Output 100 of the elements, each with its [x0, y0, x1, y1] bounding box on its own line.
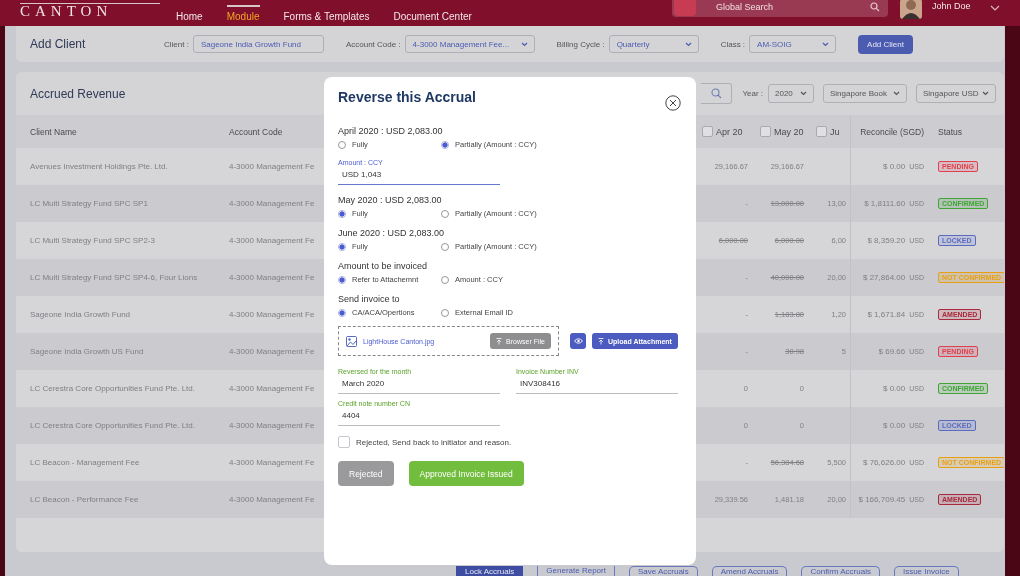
- dropdown[interactable]: Singapore Book: [823, 84, 907, 103]
- table-cell-text: LC Multi Strategy Fund SPC SP2-3: [30, 236, 156, 245]
- checkbox-label: Rejected, Send back to initiator and reason.: [356, 437, 512, 447]
- table-cell-text: Avenues Investment Holdings Pte. Ltd.: [30, 162, 169, 171]
- card-title: Accrued Revenue: [30, 86, 126, 101]
- image-icon: [346, 335, 357, 347]
- nav-link[interactable]: Home: [176, 4, 203, 22]
- input-field[interactable]: 4404: [338, 407, 500, 426]
- action-button[interactable]: Generate Report: [537, 566, 615, 576]
- section-heading: May 2020 : USD 2,083.00: [338, 194, 443, 206]
- table-cell-text: 4-3000 Management Fe: [229, 199, 316, 208]
- close-icon[interactable]: [665, 95, 681, 111]
- table-cell: $ 69.66: [878, 347, 906, 356]
- table-cell-text: 4-3000 Management Fe: [229, 495, 316, 504]
- column-header: May 20: [774, 126, 804, 137]
- section-heading: Send invoice to: [338, 293, 401, 305]
- table-cell: $ 0.00: [882, 384, 906, 393]
- table-cell-text: 4-3000 Management Fe: [229, 458, 316, 467]
- dialog-title: Reverse this Accrual: [338, 89, 476, 105]
- add-client-button[interactable]: Add Client: [858, 34, 913, 54]
- input-field[interactable]: USD 1,043: [338, 166, 500, 185]
- table-cell-text: 4-3000 Management Fe: [229, 421, 316, 430]
- chevron-icon: [520, 41, 528, 47]
- upload-icon: [598, 337, 604, 345]
- table-cell-text: Sageone India Growth US Fund: [30, 347, 145, 356]
- dropdown[interactable]: Singapore USD: [916, 84, 996, 103]
- action-button[interactable]: Issue Invoice: [893, 566, 959, 576]
- action-button[interactable]: Amend Accruals: [711, 566, 788, 576]
- checkbox[interactable]: [816, 126, 827, 137]
- radio-button[interactable]: [338, 275, 346, 284]
- search-field[interactable]: [701, 83, 733, 104]
- column-header: Apr 20: [716, 126, 743, 137]
- table-cell: $ 76,626.00: [862, 458, 906, 467]
- table-cell-text: LC Cerestra Core Opportunities Fund Pte. Ltd.: [30, 384, 196, 393]
- table-cell-text: 4-3000 Management Fe: [229, 273, 316, 282]
- dialog-button[interactable]: Rejected: [338, 461, 394, 486]
- table-cell-text: 4-3000 Management Fe: [229, 236, 316, 245]
- section-heading: April 2020 : USD 2,083.00: [338, 125, 444, 137]
- eye-icon: [573, 338, 583, 344]
- table-cell: $ 1,671.84: [867, 310, 906, 319]
- column-header: Status: [937, 126, 964, 137]
- action-button[interactable]: Lock Accruals: [456, 566, 524, 576]
- input-field[interactable]: Sageone India Growth Fund: [192, 35, 324, 53]
- search-icon[interactable]: [870, 2, 880, 12]
- table-cell-text: LC Beacon - Performance Fee: [30, 495, 140, 504]
- table-cell-text: 4-3000 Management Fe: [229, 384, 316, 393]
- field-label: Account Code :: [345, 39, 401, 49]
- table-cell-text: LC Cerestra Core Opportunities Fund Pte. Ltd.: [30, 421, 196, 430]
- table-cell-text: 4-3000 Management Fe: [229, 162, 316, 171]
- radio-button[interactable]: [441, 140, 449, 149]
- nav-link[interactable]: Forms & Templates: [283, 4, 370, 22]
- action-button[interactable]: Save Accruals: [628, 566, 698, 576]
- user-name[interactable]: John Doe: [932, 1, 980, 11]
- avatar-icon[interactable]: [900, 0, 922, 19]
- section-heading: Amount to be invoiced: [338, 260, 429, 272]
- search-field[interactable]: Global Search: [672, 0, 888, 17]
- table-cell: $ 27,864.00: [862, 273, 906, 282]
- input-field[interactable]: INV308416: [516, 375, 678, 394]
- logo: CANTON: [20, 2, 160, 18]
- nav-link[interactable]: Module: [226, 4, 260, 22]
- chevron-icon: [684, 41, 692, 47]
- upload-icon: [496, 337, 503, 345]
- checkbox[interactable]: [702, 126, 713, 137]
- column-header: Ju: [830, 126, 840, 137]
- chevron-icon: [800, 91, 807, 96]
- field-label: Billing Cycle :: [556, 39, 605, 49]
- table-cell-text: Sageone India Growth Fund: [30, 310, 132, 319]
- table-cell: $ 166,709.45: [858, 495, 906, 504]
- column-header: Account Code: [229, 126, 284, 137]
- card-title: Add Client: [30, 37, 87, 51]
- radio-button[interactable]: [338, 242, 346, 251]
- field-label: Client :: [164, 39, 189, 49]
- radio-button[interactable]: [338, 209, 346, 218]
- field-label: Year :: [742, 89, 763, 98]
- table-cell-text: LC Beacon - Management Fee: [30, 458, 141, 467]
- dropdown[interactable]: 4-3000 Management Fee...: [404, 35, 535, 53]
- chevron-icon: [893, 91, 900, 96]
- search-icon: [710, 88, 722, 99]
- checkbox[interactable]: [338, 436, 350, 448]
- table-cell-text: 4-3000 Management Fe: [229, 310, 316, 319]
- radio-button[interactable]: [338, 308, 346, 317]
- table-cell: $ 8,359.20: [867, 236, 906, 245]
- column-header: Client Name: [30, 126, 78, 137]
- input-field[interactable]: March 2020: [338, 375, 500, 394]
- chevron-icon[interactable]: [990, 5, 1000, 11]
- table-cell-text: LC Multi Strategy Fund SPC SP1: [30, 199, 149, 208]
- dropdown[interactable]: Quarterly: [608, 35, 699, 53]
- preview-button[interactable]: [570, 333, 586, 349]
- table-cell: $ 0.00: [882, 162, 906, 171]
- checkbox[interactable]: [760, 126, 771, 137]
- section-heading: June 2020 : USD 2,083.00: [338, 227, 446, 239]
- chevron-icon: [982, 91, 989, 96]
- table-cell-text: 4-3000 Management Fe: [229, 347, 316, 356]
- dropdown[interactable]: AM-SOIG: [749, 35, 837, 53]
- action-button[interactable]: Confirm Accruals: [801, 566, 880, 576]
- table-cell: $ 1,8111.60: [864, 199, 906, 208]
- chevron-icon: [822, 41, 830, 47]
- field-label: Class :: [720, 39, 746, 49]
- dropdown[interactable]: 2020: [768, 84, 814, 103]
- nav-link[interactable]: Document Center: [393, 4, 472, 22]
